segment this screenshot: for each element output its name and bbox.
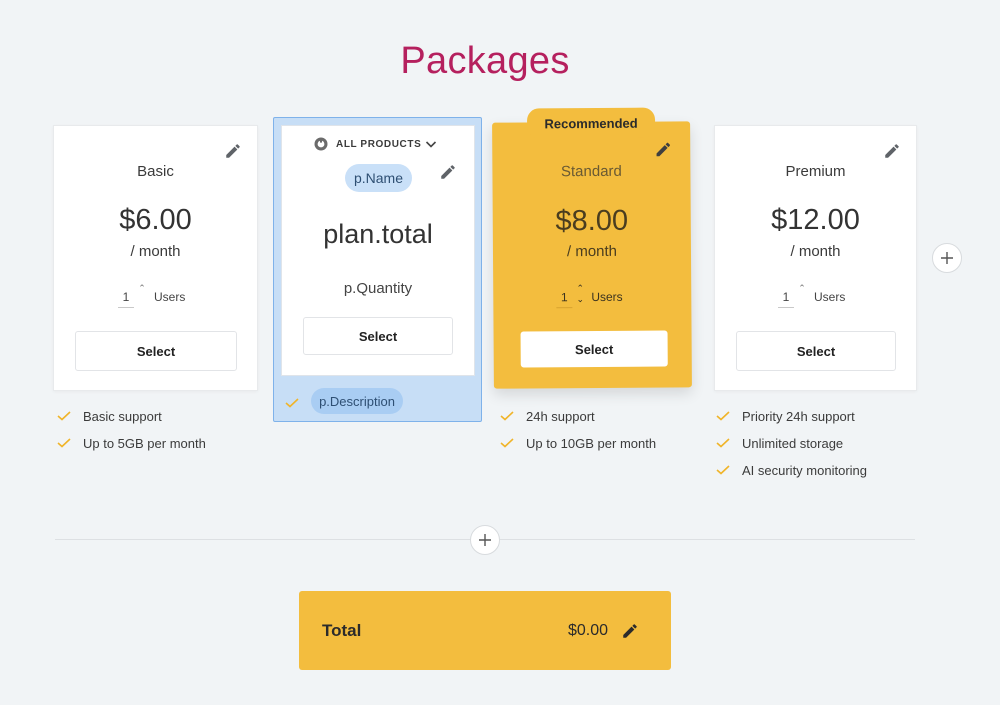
product-source-label: ALL PRODUCTS xyxy=(336,138,422,150)
plus-icon xyxy=(479,534,491,546)
plan-card-standard: Recommended Standard $8.00 / month 1 ⌃ ⌄… xyxy=(492,107,692,389)
edit-pencil-icon[interactable] xyxy=(224,142,242,160)
total-token: plan.total xyxy=(323,219,433,249)
plan-price: $8.00 xyxy=(555,204,629,238)
plan-card-basic: Basic $6.00 / month 1 ⌃ Users Select xyxy=(53,125,258,391)
chevron-down-icon[interactable] xyxy=(425,139,437,149)
product-source-icon xyxy=(314,137,328,151)
template-card: ALL PRODUCTS p.Name plan.total p.Quantit… xyxy=(281,125,475,376)
check-icon xyxy=(500,411,514,421)
decrement-icon[interactable]: ⌄ xyxy=(575,294,585,304)
plan-period: / month xyxy=(790,243,841,260)
feature-item: 24h support xyxy=(500,407,595,425)
plan-period: / month xyxy=(566,242,618,261)
feature-label: 24h support xyxy=(526,408,595,424)
quantity-value[interactable]: 1 xyxy=(118,290,134,308)
total-label: Total xyxy=(322,621,362,640)
plan-price: $12.00 xyxy=(771,204,860,236)
check-icon xyxy=(716,438,730,448)
quantity-stepper[interactable]: 1 ⌃ ⌄ Users xyxy=(493,283,691,310)
edit-pencil-icon[interactable] xyxy=(654,140,672,158)
edit-pencil-icon[interactable] xyxy=(439,163,457,181)
check-icon xyxy=(57,411,71,421)
description-token[interactable]: p.Description xyxy=(311,388,403,414)
total-value: $0.00 xyxy=(567,622,608,639)
plan-card-premium: Premium $12.00 / month 1 ⌃ Users Select xyxy=(714,125,917,391)
feature-item: Up to 10GB per month xyxy=(500,434,656,452)
quantity-token: p.Quantity xyxy=(343,280,413,297)
check-icon xyxy=(500,438,514,448)
feature-item: AI security monitoring xyxy=(716,461,867,479)
increment-icon[interactable]: ⌃ xyxy=(137,284,147,293)
template-card-frame[interactable]: ALL PRODUCTS p.Name plan.total p.Quantit… xyxy=(273,117,482,422)
quantity-unit-label: Users xyxy=(814,290,846,304)
feature-label: Unlimited storage xyxy=(742,435,844,451)
name-token-label: p.Name xyxy=(353,170,404,186)
feature-label: AI security monitoring xyxy=(742,462,867,478)
page-title: Packages xyxy=(400,40,570,82)
select-button[interactable]: Select xyxy=(736,331,896,371)
feature-item: Up to 5GB per month xyxy=(57,434,206,452)
increment-icon[interactable]: ⌃ xyxy=(797,284,807,293)
check-icon xyxy=(716,411,730,421)
quantity-unit-label: Users xyxy=(591,289,623,305)
name-token[interactable]: p.Name xyxy=(345,164,412,192)
feature-item: Priority 24h support xyxy=(716,407,855,425)
select-button[interactable]: Select xyxy=(520,330,668,368)
recommended-badge-label: Recommended xyxy=(544,115,638,131)
increment-icon[interactable]: ⌃ xyxy=(575,283,585,293)
quantity-value[interactable]: 1 xyxy=(778,290,794,308)
description-token-label: p.Description xyxy=(319,393,395,409)
feature-item: Unlimited storage xyxy=(716,434,843,452)
quantity-value[interactable]: 1 xyxy=(556,290,573,309)
feature-item: Basic support xyxy=(57,407,162,425)
quantity-stepper[interactable]: 1 ⌃ Users xyxy=(715,284,916,310)
check-icon xyxy=(285,398,299,408)
plan-name: Premium xyxy=(785,163,846,180)
edit-pencil-icon[interactable] xyxy=(621,622,639,640)
quantity-stepper[interactable]: 1 ⌃ Users xyxy=(54,284,257,310)
recommended-badge: Recommended xyxy=(526,107,656,139)
feature-label: Up to 10GB per month xyxy=(526,435,657,451)
plan-name: Basic xyxy=(137,163,174,180)
plan-price: $6.00 xyxy=(119,204,192,236)
plan-period: / month xyxy=(130,243,181,260)
feature-label: Basic support xyxy=(83,408,162,424)
add-plan-button[interactable] xyxy=(932,243,962,273)
check-icon xyxy=(716,465,730,475)
feature-label: Up to 5GB per month xyxy=(83,435,206,451)
check-icon xyxy=(57,438,71,448)
total-bar: Total $0.00 xyxy=(299,591,671,670)
feature-label: Priority 24h support xyxy=(742,408,855,424)
plus-icon xyxy=(941,252,953,264)
product-source-dropdown[interactable]: ALL PRODUCTS xyxy=(314,136,437,152)
select-button[interactable]: Select xyxy=(75,331,237,371)
plan-name: Standard xyxy=(560,162,622,181)
add-section-button[interactable] xyxy=(470,525,500,555)
select-button[interactable]: Select xyxy=(303,317,453,355)
quantity-unit-label: Users xyxy=(154,290,186,304)
edit-pencil-icon[interactable] xyxy=(883,142,901,160)
